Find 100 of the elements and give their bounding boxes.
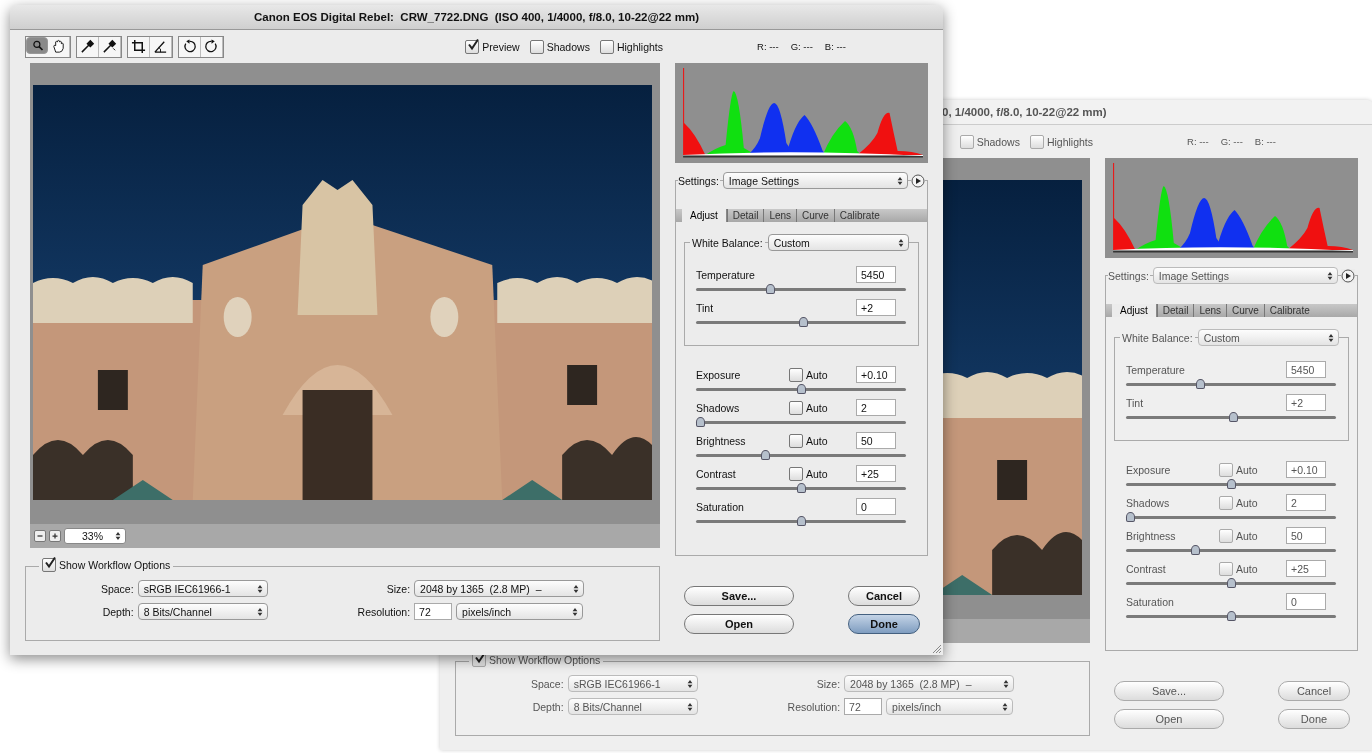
- checkbox-label: Shadows: [546, 40, 590, 53]
- checkbox[interactable]: [42, 558, 56, 572]
- tab[interactable]: Lens: [763, 209, 797, 222]
- field-label: Resolution:: [786, 700, 841, 713]
- checkbox-label: Auto: [1236, 529, 1258, 542]
- rgb-readout: B: ---: [824, 41, 846, 52]
- tab[interactable]: Curve: [1226, 304, 1264, 317]
- slider-thumb[interactable]: [1227, 479, 1236, 489]
- value-field[interactable]: +0.10: [856, 366, 896, 383]
- size-select[interactable]: 2048 by 1365 (2.8 MP) –: [414, 580, 585, 597]
- tab[interactable]: Lens: [1193, 304, 1227, 317]
- slider-thumb[interactable]: [696, 417, 706, 427]
- window-title: 0, 1/4000, f/8.0, 10-22@22 mm): [942, 106, 1107, 118]
- checkbox-label: Preview: [482, 40, 520, 53]
- units-select[interactable]: pixels/inch: [456, 603, 584, 620]
- value-field[interactable]: +2: [1286, 394, 1326, 411]
- slider-label: Temperature: [1126, 363, 1186, 376]
- slider-thumb[interactable]: [799, 317, 809, 327]
- slider-thumb[interactable]: [1195, 379, 1205, 389]
- slider-label: Tint: [1126, 396, 1145, 409]
- slider-label: Contrast: [1126, 562, 1167, 575]
- window-title: Canon EOS Digital Rebel: CRW_7722.DNG (ISO 400, 1/4000, f/8.0, 10-22@22 mm): [254, 11, 699, 23]
- checkbox-label: Highlights: [1046, 135, 1093, 148]
- slider-thumb[interactable]: [797, 516, 806, 526]
- slider-label: Temperature: [696, 268, 756, 281]
- resolution-field[interactable]: 72: [414, 603, 453, 620]
- checkbox-label: Auto: [806, 467, 828, 480]
- rotate-right-icon: [204, 39, 219, 54]
- balance-select[interactable]: Custom: [1197, 329, 1339, 346]
- rgb-readout: R: ---: [757, 41, 779, 52]
- rotate-left-icon: [182, 39, 197, 54]
- zoom-select[interactable]: 33%: [64, 528, 126, 544]
- tab[interactable]: Adjust: [1112, 304, 1157, 317]
- hand-icon: [51, 39, 66, 54]
- value-field[interactable]: +2: [856, 299, 896, 316]
- slider-thumb[interactable]: [797, 483, 806, 493]
- tab[interactable]: Calibrate: [1263, 304, 1315, 317]
- value-field[interactable]: 50: [856, 432, 896, 449]
- checkbox[interactable]: [789, 433, 803, 448]
- checkbox-label: Auto: [806, 401, 828, 414]
- checkbox-label: Auto: [806, 434, 828, 447]
- slider-thumb[interactable]: [761, 450, 771, 460]
- field-label: Depth:: [531, 700, 564, 713]
- dialog-button[interactable]: Cancel: [848, 586, 920, 606]
- checkbox-label: Shadows: [976, 135, 1020, 148]
- tab[interactable]: Calibrate: [833, 209, 885, 222]
- crop-icon: [131, 39, 146, 54]
- field-label: Settings:: [1108, 269, 1150, 282]
- field-label: Space:: [529, 677, 564, 690]
- slider-thumb[interactable]: [1227, 611, 1236, 621]
- tool-button[interactable]: [26, 36, 48, 54]
- checkbox[interactable]: [529, 39, 544, 54]
- tab[interactable]: Detail: [1156, 304, 1194, 317]
- circle-triangle-icon[interactable]: [911, 173, 925, 188]
- updown-arrows-icon: [114, 530, 122, 542]
- tab[interactable]: Curve: [796, 209, 834, 222]
- field-label: Size:: [815, 677, 841, 690]
- checkbox[interactable]: [599, 39, 614, 54]
- value-field[interactable]: 5450: [856, 266, 896, 283]
- rgb-readout: R: ---: [1187, 136, 1209, 147]
- checkbox-label: Auto: [1236, 463, 1258, 476]
- slider-label: Brightness: [696, 434, 747, 447]
- depth-select[interactable]: 8 Bits/Channel: [137, 603, 268, 620]
- dialog-button[interactable]: Save...: [684, 586, 794, 606]
- field-label: White Balance:: [690, 236, 765, 249]
- checkbox[interactable]: [465, 39, 480, 54]
- slider-label: Saturation: [1126, 595, 1175, 608]
- slider-label: Shadows: [696, 401, 741, 414]
- checkbox[interactable]: [789, 466, 803, 481]
- settings-select[interactable]: Image Settings: [722, 172, 908, 189]
- checkbox[interactable]: [789, 400, 803, 415]
- balance-select[interactable]: Custom: [767, 234, 909, 251]
- slider-thumb[interactable]: [797, 384, 806, 394]
- resize-grip-icon[interactable]: [931, 643, 941, 653]
- space-select[interactable]: sRGB IEC61966-1: [137, 580, 268, 597]
- value-field[interactable]: 0: [856, 498, 896, 515]
- tab[interactable]: Adjust: [682, 209, 727, 222]
- slider-label: Tint: [696, 301, 715, 314]
- slider-label: Contrast: [696, 467, 737, 480]
- slider-thumb[interactable]: [765, 284, 775, 294]
- slider-thumb[interactable]: [1126, 512, 1136, 522]
- checkbox-label: Show Workflow Options: [489, 654, 601, 666]
- value-field[interactable]: 5450: [1286, 361, 1326, 378]
- eyedropper-icon: [80, 39, 95, 54]
- zoom-out-button[interactable]: [34, 530, 46, 542]
- slider-label: Shadows: [1126, 496, 1171, 509]
- slider-thumb[interactable]: [1227, 578, 1236, 588]
- zoom-in-button[interactable]: [49, 530, 61, 542]
- checkbox[interactable]: [789, 367, 803, 382]
- slider-thumb[interactable]: [1191, 545, 1201, 555]
- rgb-readout: G: ---: [790, 41, 813, 52]
- value-field[interactable]: +25: [856, 465, 896, 482]
- checkbox-label: Auto: [1236, 496, 1258, 509]
- dialog-button[interactable]: Done: [848, 614, 920, 634]
- plus-icon: [50, 531, 60, 541]
- slider-thumb[interactable]: [1229, 412, 1239, 422]
- value-field[interactable]: 2: [856, 399, 896, 416]
- tab[interactable]: Detail: [726, 209, 764, 222]
- dialog-button[interactable]: Open: [684, 614, 794, 634]
- slider-label: Saturation: [696, 500, 745, 513]
